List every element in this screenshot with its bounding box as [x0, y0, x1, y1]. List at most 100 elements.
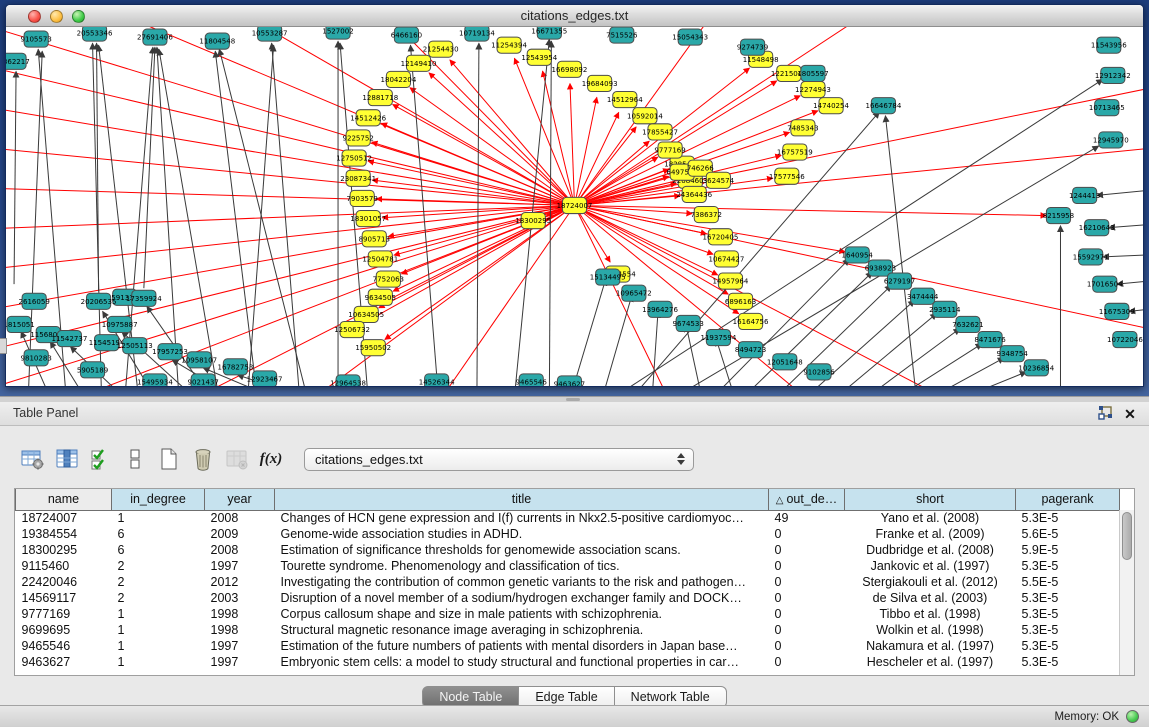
delete-table-icon[interactable]	[188, 445, 218, 473]
graph-node[interactable]: 1244413	[1069, 187, 1100, 203]
graph-node[interactable]: 14957964	[713, 273, 749, 289]
graph-node[interactable]: 11804548	[199, 33, 235, 49]
graph-node[interactable]: 16210643	[1079, 220, 1115, 236]
cell-out_de[interactable]: 0	[769, 590, 845, 606]
table-row[interactable]: 1456911722003Disruption of a novel membe…	[16, 590, 1120, 606]
new-document-icon[interactable]	[154, 445, 184, 473]
node-table-grid[interactable]: namein_degreeyeartitle△out_de…shortpager…	[15, 489, 1120, 670]
graph-node[interactable]: 21254430	[423, 41, 459, 57]
graph-node[interactable]: 9674533	[673, 315, 704, 331]
cell-in_degree[interactable]: 1	[112, 622, 205, 638]
column-header-year[interactable]: year	[205, 489, 275, 510]
cell-short[interactable]: Franke et al. (2009)	[845, 526, 1016, 542]
table-row[interactable]: 911546021997Tourette syndrome. Phenomeno…	[16, 558, 1120, 574]
cell-year[interactable]: 2009	[205, 526, 275, 542]
graph-node[interactable]: 12945970	[1093, 132, 1129, 148]
table-row[interactable]: 1938455462009Genome-wide association stu…	[16, 526, 1120, 542]
cell-short[interactable]: Dudbridge et al. (2008)	[845, 542, 1016, 558]
cell-in_degree[interactable]: 2	[112, 558, 205, 574]
close-panel-icon[interactable]: ✕	[1121, 405, 1139, 423]
cell-name[interactable]: 9777169	[16, 606, 112, 622]
cell-pagerank[interactable]: 5.3E-5	[1016, 622, 1120, 638]
cell-in_degree[interactable]: 2	[112, 574, 205, 590]
cell-pagerank[interactable]: 5.3E-5	[1016, 606, 1120, 622]
graph-node[interactable]: 2616059	[18, 293, 49, 309]
cell-in_degree[interactable]: 1	[112, 510, 205, 526]
cell-year[interactable]: 1998	[205, 606, 275, 622]
cell-out_de[interactable]: 0	[769, 542, 845, 558]
graph-node[interactable]: 9810283	[21, 350, 52, 366]
cell-short[interactable]: Nakamura et al. (1997)	[845, 638, 1016, 654]
select-columns-icon[interactable]	[52, 445, 82, 473]
graph-node[interactable]: 11937594	[700, 330, 736, 346]
cell-in_degree[interactable]: 6	[112, 542, 205, 558]
cell-in_degree[interactable]: 1	[112, 638, 205, 654]
cell-title[interactable]: Tourette syndrome. Phenomenology and cla…	[275, 558, 769, 574]
table-row[interactable]: 977716911998Corpus callosum shape and si…	[16, 606, 1120, 622]
graph-node[interactable]: 12964538	[330, 375, 366, 386]
graph-node[interactable]: 12881718	[362, 90, 398, 106]
scrollbar-thumb[interactable]	[1122, 512, 1132, 560]
graph-node[interactable]: 27691406	[137, 29, 173, 45]
cell-short[interactable]: Hescheler et al. (1997)	[845, 654, 1016, 670]
graph-node[interactable]: 8494723	[735, 342, 766, 358]
cell-name[interactable]: 18724007	[16, 510, 112, 526]
cell-year[interactable]: 2012	[205, 574, 275, 590]
float-panel-icon[interactable]	[1097, 405, 1115, 423]
graph-node[interactable]: 12923467	[247, 371, 283, 386]
graph-node[interactable]: 12051648	[767, 354, 803, 370]
cell-name[interactable]: 22420046	[16, 574, 112, 590]
graph-node[interactable]: 7485343	[787, 120, 818, 136]
graph-node[interactable]: 18042204	[380, 71, 416, 87]
graph-node[interactable]: 17016504	[1087, 276, 1123, 292]
column-header-name[interactable]: name	[16, 489, 112, 510]
cell-pagerank[interactable]: 5.3E-5	[1016, 510, 1120, 526]
graph-node[interactable]: 12750512	[336, 150, 372, 166]
graph-node[interactable]: 6279197	[884, 273, 915, 289]
cell-title[interactable]: Genome-wide association studies in ADHD.	[275, 526, 769, 542]
graph-node[interactable]: 14512964	[607, 92, 643, 108]
cell-name[interactable]: 18300295	[16, 542, 112, 558]
cell-out_de[interactable]: 0	[769, 654, 845, 670]
network-window-titlebar[interactable]: citations_edges.txt	[6, 5, 1143, 27]
graph-node[interactable]: 16671355	[531, 27, 567, 39]
cell-year[interactable]: 1997	[205, 638, 275, 654]
graph-node[interactable]: 9465546	[516, 374, 548, 386]
cell-title[interactable]: Disruption of a novel member of a sodium…	[275, 590, 769, 606]
table-row[interactable]: 946554611997Estimation of the future num…	[16, 638, 1120, 654]
graph-node[interactable]: 1805597	[797, 65, 828, 81]
table-row[interactable]: 969969511998Structural magnetic resonanc…	[16, 622, 1120, 638]
graph-node[interactable]: 5905189	[77, 362, 108, 378]
column-header-title[interactable]: title	[275, 489, 769, 510]
graph-node[interactable]: 7752063	[373, 271, 404, 287]
graph-node[interactable]: 7903579	[347, 190, 378, 206]
network-canvas[interactable]: 2125443012149410180422041288171814512426…	[6, 27, 1143, 386]
graph-node[interactable]: 2862217	[6, 53, 30, 69]
cell-pagerank[interactable]: 5.5E-5	[1016, 574, 1120, 590]
graph-node[interactable]: 23087341	[340, 170, 376, 186]
graph-node[interactable]: 9463627	[554, 376, 585, 386]
cell-out_de[interactable]: 0	[769, 558, 845, 574]
network-table-selector[interactable]: citations_edges.txt	[304, 448, 694, 471]
graph-node[interactable]: 12506732	[334, 321, 370, 337]
cell-short[interactable]: Tibbo et al. (1998)	[845, 606, 1016, 622]
cell-pagerank[interactable]: 5.3E-5	[1016, 654, 1120, 670]
graph-node[interactable]: 10553287	[252, 27, 288, 41]
cell-year[interactable]: 2003	[205, 590, 275, 606]
graph-node[interactable]: 9021437	[188, 374, 219, 386]
cell-title[interactable]: Estimation of the future numbers of pati…	[275, 638, 769, 654]
graph-node[interactable]: 12274943	[795, 81, 831, 97]
graph-node[interactable]: 10965472	[616, 285, 652, 301]
cell-short[interactable]: Jankovic et al. (1997)	[845, 558, 1016, 574]
cell-short[interactable]: de Silva et al. (2003)	[845, 590, 1016, 606]
cell-out_de[interactable]: 0	[769, 622, 845, 638]
graph-node[interactable]: 16164756	[733, 313, 769, 329]
cell-short[interactable]: Wolkin et al. (1998)	[845, 622, 1016, 638]
panel-collapse-handle[interactable]	[0, 338, 7, 354]
cell-title[interactable]: Estimation of significance thresholds fo…	[275, 542, 769, 558]
graph-node[interactable]: 14740254	[813, 98, 849, 114]
graph-node[interactable]: 7632621	[952, 316, 983, 332]
graph-node[interactable]: 8905713	[359, 231, 390, 247]
cell-title[interactable]: Corpus callosum shape and size in male p…	[275, 606, 769, 622]
graph-node[interactable]: 9634505	[365, 289, 396, 305]
